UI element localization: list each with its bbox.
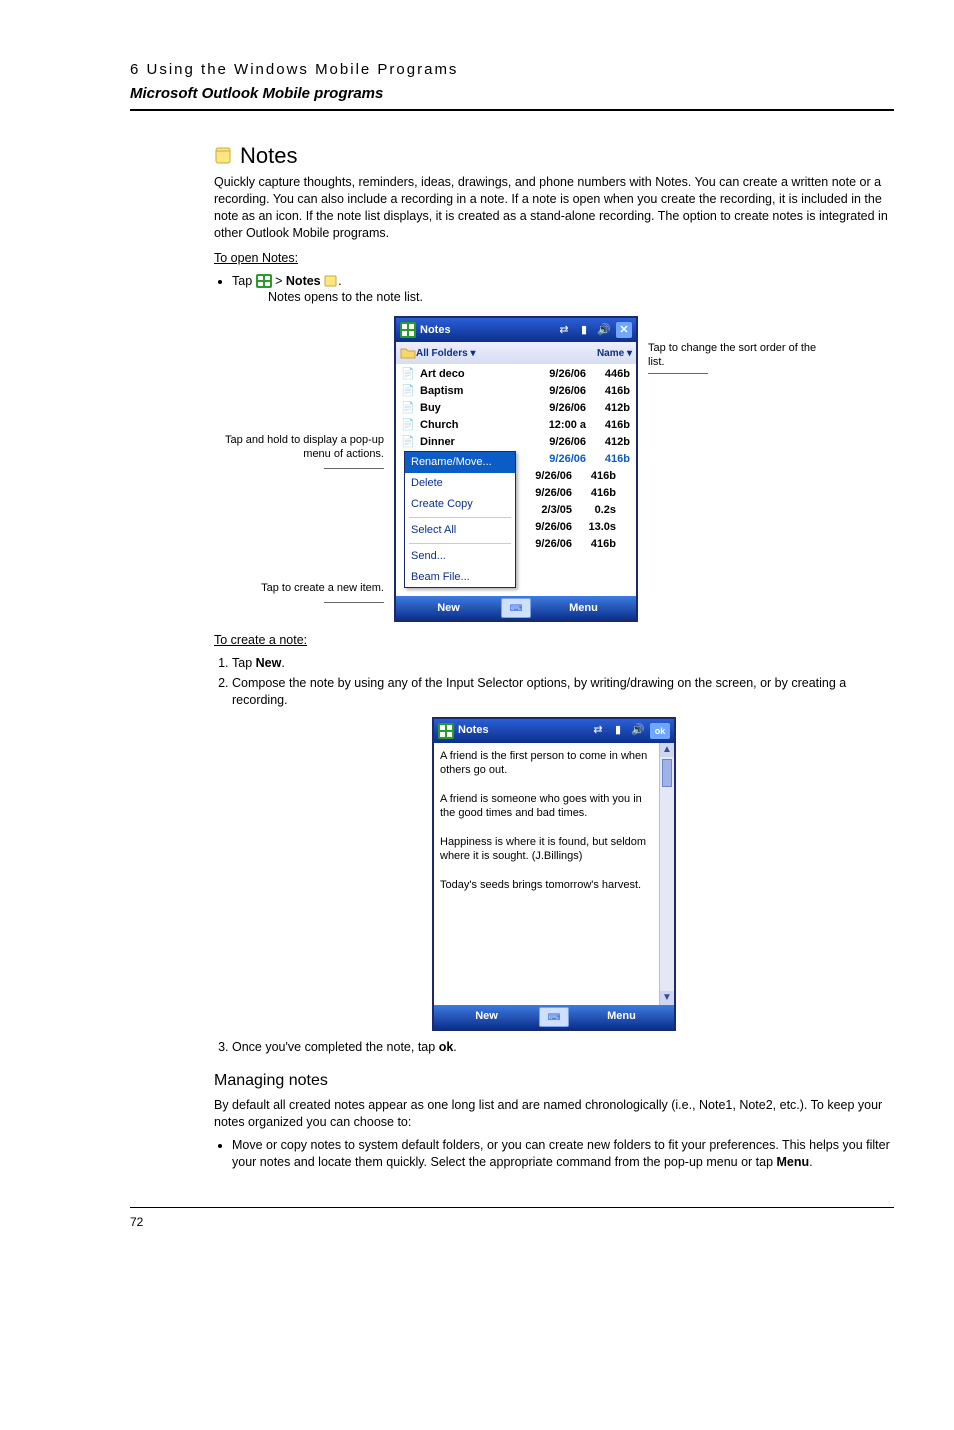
note-paragraph: A friend is someone who goes with you in…	[440, 792, 652, 821]
to-create-heading: To create a note:	[214, 632, 894, 649]
menu-beam[interactable]: Beam File...	[405, 567, 515, 588]
page: 6 Using the Windows Mobile Programs Micr…	[0, 0, 954, 1270]
signal-icon: ▮	[576, 322, 592, 338]
menu-button[interactable]: Menu	[531, 601, 636, 616]
notes-title: Notes	[214, 141, 894, 171]
create-steps-cont: Once you've completed the note, tap ok.	[214, 1039, 894, 1056]
managing-bullet-1: Move or copy notes to system default fol…	[232, 1137, 894, 1171]
note-paragraph: Happiness is where it is found, but seld…	[440, 835, 652, 864]
note-paragraph: Today's seeds brings tomorrow's harvest.	[440, 878, 652, 892]
subbar: All Folders ▾ Name ▾	[396, 342, 636, 364]
bottom-bar: New ⌨ Menu	[396, 596, 636, 620]
bottom-bar-2: New ⌨ Menu	[434, 1005, 674, 1029]
list-item[interactable]: 9/26/06416b	[518, 536, 634, 553]
note-editor-device: Notes ⇄ ▮ 🔊 ok A friend is the first per…	[432, 717, 676, 1031]
right-callouts: Tap to change the sort order of the list…	[648, 316, 818, 622]
volume-icon[interactable]: 🔊	[630, 723, 646, 739]
notes-title-text: Notes	[240, 141, 297, 171]
scroll-up-icon[interactable]: ▲	[660, 743, 674, 757]
start-icon	[256, 274, 272, 288]
list-item[interactable]: 📄Art deco9/26/06446b	[398, 366, 634, 383]
figure-1-row: Tap and hold to display a pop-up menu of…	[214, 316, 894, 622]
open-step: Tap > Notes . Notes opens to the note li…	[232, 273, 894, 307]
new-button-2[interactable]: New	[434, 1009, 539, 1024]
titlebar-2: Notes ⇄ ▮ 🔊 ok	[434, 719, 674, 743]
chapter-heading: 6 Using the Windows Mobile Programs	[130, 60, 894, 80]
note-icon: 📄	[400, 418, 416, 434]
popup-area: Rename/Move... Delete Create Copy Select…	[398, 451, 634, 594]
menu-select-all[interactable]: Select All	[405, 520, 515, 541]
context-menu: Rename/Move... Delete Create Copy Select…	[404, 451, 516, 588]
create-steps: Tap New. Compose the note by using any o…	[214, 655, 894, 709]
titlebar-title-2: Notes	[458, 723, 586, 738]
callout-popup: Tap and hold to display a pop-up menu of…	[214, 434, 384, 462]
notes-icon	[214, 145, 234, 165]
list-item[interactable]: 📄Dinner9/26/06412b	[398, 434, 634, 451]
scrollbar[interactable]: ▲ ▼	[659, 743, 674, 1005]
notes-small-icon	[324, 275, 338, 287]
menu-button-2[interactable]: Menu	[569, 1009, 674, 1024]
signal-icon: ▮	[610, 723, 626, 739]
folder-picker[interactable]: All Folders ▾	[416, 347, 475, 361]
menu-rename[interactable]: Rename/Move...	[405, 452, 515, 473]
open-step-line2: Notes opens to the note list.	[268, 289, 894, 306]
body: Notes Quickly capture thoughts, reminder…	[214, 141, 894, 1171]
start-menu-icon[interactable]	[400, 322, 416, 338]
input-panel-button[interactable]: ⌨	[501, 598, 531, 618]
page-number: 72	[130, 1214, 894, 1230]
callout-sort: Tap to change the sort order of the list…	[648, 342, 818, 370]
notes-list: 📄Art deco9/26/06446b 📄Baptism9/26/06416b…	[396, 364, 636, 596]
rule	[130, 109, 894, 111]
new-button[interactable]: New	[396, 601, 501, 616]
list-item[interactable]: 📄Buy9/26/06412b	[398, 400, 634, 417]
list-item[interactable]: 9/26/0613.0s	[518, 519, 634, 536]
open-steps: Tap > Notes . Notes opens to the note li…	[232, 273, 894, 307]
menu-send[interactable]: Send...	[405, 546, 515, 567]
list-item[interactable]: 9/26/06416b	[518, 468, 634, 485]
sort-picker[interactable]: Name ▾	[597, 347, 632, 361]
callout-new: Tap to create a new item.	[214, 582, 384, 596]
titlebar: Notes ⇄ ▮ 🔊 ✕	[396, 318, 636, 342]
titlebar-title: Notes	[420, 323, 552, 338]
list-item[interactable]: 📄Church12:00 a416b	[398, 417, 634, 434]
start-menu-icon[interactable]	[438, 723, 454, 739]
list-item[interactable]: 📄Baptism9/26/06416b	[398, 383, 634, 400]
volume-icon[interactable]: 🔊	[596, 322, 612, 338]
menu-delete[interactable]: Delete	[405, 473, 515, 494]
notes-bold: Notes	[286, 274, 321, 288]
scroll-down-icon[interactable]: ▼	[660, 991, 674, 1005]
note-canvas[interactable]: A friend is the first person to come in …	[434, 743, 674, 1005]
note-icon: 📄	[400, 384, 416, 400]
to-open-heading: To open Notes:	[214, 250, 894, 267]
list-item[interactable]: 9/26/06416b	[518, 485, 634, 502]
create-step-1: Tap New.	[232, 655, 894, 672]
footer-rule	[130, 1207, 894, 1208]
managing-bullets: Move or copy notes to system default fol…	[232, 1137, 894, 1171]
managing-heading: Managing notes	[214, 1070, 894, 1092]
close-icon[interactable]: ✕	[616, 322, 632, 338]
folder-icon	[400, 345, 416, 361]
create-step-3: Once you've completed the note, tap ok.	[232, 1039, 894, 1056]
menu-copy[interactable]: Create Copy	[405, 494, 515, 515]
input-panel-button-2[interactable]: ⌨	[539, 1007, 569, 1027]
list-item[interactable]: 2/3/050.2s	[518, 502, 634, 519]
ok-button[interactable]: ok	[650, 723, 670, 739]
left-callouts: Tap and hold to display a pop-up menu of…	[214, 316, 384, 622]
connectivity-icon[interactable]: ⇄	[556, 322, 572, 338]
note-paragraph: A friend is the first person to come in …	[440, 749, 652, 778]
notes-list-device: Notes ⇄ ▮ 🔊 ✕ All Folders ▾ Name ▾ 📄Art …	[394, 316, 638, 622]
note-icon: 📄	[400, 367, 416, 383]
managing-paragraph: By default all created notes appear as o…	[214, 1097, 894, 1131]
note-icon: 📄	[400, 435, 416, 451]
connectivity-icon[interactable]: ⇄	[590, 723, 606, 739]
intro-paragraph: Quickly capture thoughts, reminders, ide…	[214, 174, 894, 242]
note-icon: 📄	[400, 401, 416, 417]
list-item-selected[interactable]: 9/26/06416b	[518, 451, 634, 468]
create-step-2: Compose the note by using any of the Inp…	[232, 675, 894, 709]
section-heading: Microsoft Outlook Mobile programs	[130, 84, 894, 104]
scroll-thumb[interactable]	[662, 759, 672, 787]
